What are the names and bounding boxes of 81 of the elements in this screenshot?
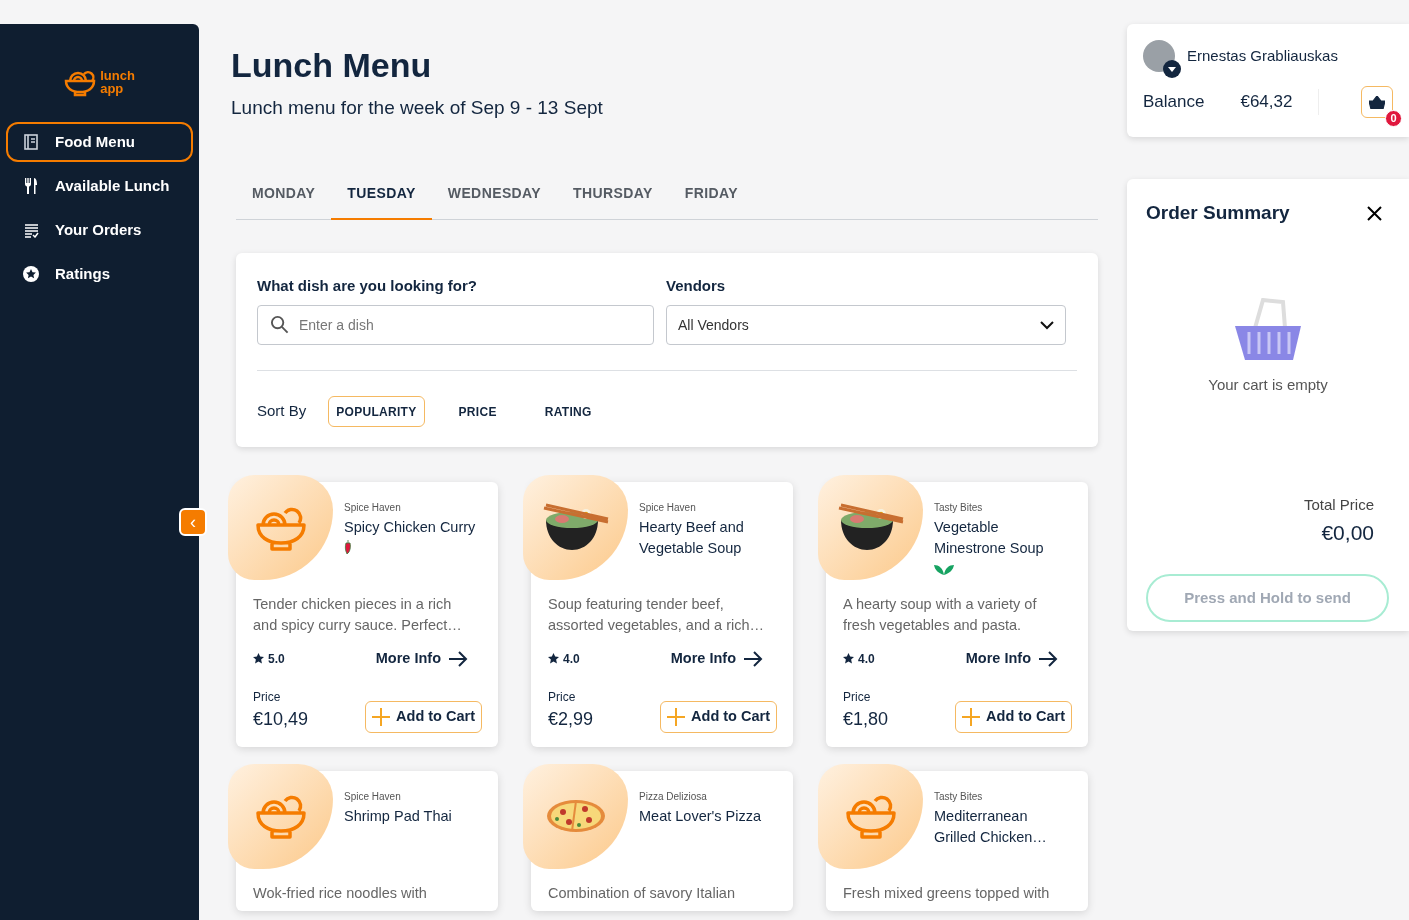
price-label: Price	[843, 688, 871, 706]
vendor-name: Spice Haven	[639, 501, 696, 515]
plus-icon	[962, 707, 981, 726]
dish-description: Wok-fried rice noodles with	[253, 883, 428, 903]
logo-text: lunch	[100, 69, 135, 82]
search-icon	[270, 315, 289, 334]
search-field[interactable]: Enter a dish	[257, 305, 654, 345]
dish-description: Combination of savory Italian	[548, 883, 736, 903]
sort-label: Sort By	[257, 401, 307, 422]
logo-text: app	[100, 82, 125, 95]
basket-icon	[1369, 95, 1385, 109]
sidebar-item[interactable]: Ratings	[6, 254, 193, 294]
dish-name: Spicy Chicken Curry	[344, 518, 476, 537]
vendor-dropdown[interactable]: All Vendors	[666, 305, 1066, 345]
balance-label: Balance	[1143, 91, 1206, 114]
user-name: Ernestas Grabliauskas	[1187, 45, 1338, 66]
price-value: €10,49	[253, 707, 309, 731]
notebook-icon	[23, 134, 39, 150]
total-price-value: €0,00	[1321, 519, 1375, 546]
cart-count-badge: 0	[1385, 110, 1402, 127]
rating-value: 4.0	[858, 650, 875, 668]
dish-description: A hearty soup with a variety of fresh vegetables and pasta.	[843, 595, 1038, 635]
add-to-cart-button[interactable]: Add to Cart	[660, 700, 777, 733]
order-summary-title: Order Summary	[1146, 201, 1290, 225]
vendor-name: Spice Haven	[344, 789, 401, 804]
add-to-cart-button[interactable]: Add to Cart	[955, 700, 1072, 733]
arrow-right-icon	[744, 650, 763, 667]
search-label: What dish are you looking for?	[257, 275, 477, 296]
arrow-right-icon	[1039, 650, 1058, 667]
sidebar-item[interactable]: Available Lunch	[6, 166, 193, 206]
vendor-name: Tasty Bites	[934, 789, 983, 804]
star-icon	[23, 266, 39, 282]
dropdown-badge-icon[interactable]	[1163, 60, 1181, 78]
sort-option[interactable]: POPULARITY	[328, 396, 425, 427]
rating-value: 4.0	[563, 650, 580, 668]
sidebar-item[interactable]: Your Orders	[6, 210, 193, 250]
rating-value: 5.0	[268, 650, 285, 668]
vendor-name: Spice Haven	[344, 501, 401, 515]
price-value: €2,99	[548, 707, 594, 731]
dish-name: Hearty Beef and Vegetable Soup	[639, 518, 745, 558]
dish-name: Mediterranean Grilled Chicken…	[934, 806, 1048, 847]
cutlery-icon	[23, 178, 39, 194]
page-title: Lunch Menu	[231, 45, 432, 86]
price-label: Price	[253, 688, 281, 706]
price-value: €1,80	[843, 707, 889, 731]
day-tab[interactable]: FRIDAY	[668, 180, 755, 220]
arrow-right-icon	[449, 650, 468, 667]
vendor-label: Vendors	[666, 275, 726, 296]
dish-name: Shrimp Pad Thai	[344, 806, 452, 826]
day-tab[interactable]: TUESDAY	[331, 180, 432, 220]
more-info-link[interactable]: More Info	[375, 648, 468, 670]
chevron-down-icon	[1040, 320, 1054, 330]
dish-description: Fresh mixed greens topped with	[843, 883, 1051, 903]
total-price-label: Total Price	[1303, 495, 1375, 515]
sort-option[interactable]: RATING	[536, 396, 600, 427]
day-tab[interactable]: WEDNESDAY	[431, 180, 558, 220]
page-subtitle: Lunch menu for the week of Sep 9 - 13 Sept	[231, 96, 603, 120]
star-icon	[843, 653, 854, 665]
vendor-name: Pizza Deliziosa	[639, 789, 707, 804]
dish-name: Vegetable Minestrone Soup	[934, 518, 1045, 558]
balance-value: €64,32	[1240, 91, 1294, 114]
add-to-cart-button[interactable]: Add to Cart	[365, 700, 482, 733]
star-icon	[548, 653, 559, 665]
sort-option[interactable]: PRICE	[450, 396, 505, 427]
price-label: Price	[548, 688, 576, 706]
checklist-icon	[23, 222, 39, 238]
day-tab[interactable]: MONDAY	[236, 180, 332, 220]
star-icon	[253, 653, 264, 665]
day-tab[interactable]: THURSDAY	[557, 180, 669, 220]
plus-icon	[372, 707, 391, 726]
more-info-link[interactable]: More Info	[965, 648, 1058, 670]
vendor-name: Tasty Bites	[934, 501, 983, 515]
more-info-link[interactable]: More Info	[670, 648, 763, 670]
avatar	[1143, 40, 1175, 72]
close-icon[interactable]	[1367, 205, 1382, 221]
empty-cart-text: Your cart is empty	[1208, 374, 1328, 395]
sidebar-item[interactable]: Food Menu	[6, 122, 193, 162]
dish-description: Soup featuring tender beef, assorted vegetables, and a rich…	[548, 595, 765, 635]
plus-icon	[667, 707, 686, 726]
dish-name: Meat Lover's Pizza	[639, 806, 762, 826]
dish-description: Tender chicken pieces in a rich and spicy curry sauce. Perfect…	[253, 595, 463, 635]
